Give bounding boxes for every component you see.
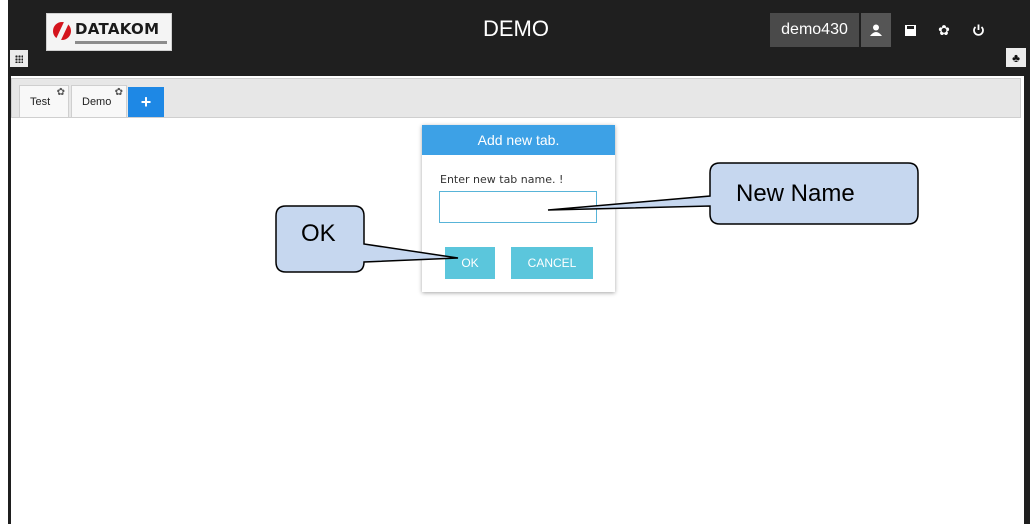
user-button[interactable] — [861, 13, 891, 47]
tree-button[interactable]: ♣ — [1006, 48, 1026, 67]
username-display[interactable]: demo430 — [770, 13, 859, 47]
dialog-title: Add new tab. — [422, 125, 615, 155]
user-icon — [870, 24, 882, 36]
tab-test[interactable]: Test ✿ — [19, 85, 69, 118]
power-icon — [972, 24, 984, 36]
new-name-annotation: New Name — [736, 180, 855, 207]
tab-settings-icon[interactable]: ✿ — [115, 87, 123, 98]
save-icon — [904, 24, 916, 36]
tree-icon: ♣ — [1012, 50, 1020, 65]
tab-label: Demo — [82, 96, 112, 108]
cancel-button[interactable]: CANCEL — [511, 247, 593, 279]
add-tab-button[interactable]: + — [128, 87, 164, 117]
apps-menu-button[interactable] — [10, 50, 28, 67]
logout-button[interactable] — [963, 13, 993, 47]
add-tab-dialog: Add new tab. Enter new tab name. ! OK CA… — [422, 125, 615, 292]
ok-button[interactable]: OK — [445, 247, 495, 279]
tab-demo[interactable]: Demo ✿ — [71, 85, 127, 118]
tab-settings-icon[interactable]: ✿ — [57, 87, 65, 98]
tab-label: Test — [30, 96, 51, 108]
dialog-prompt: Enter new tab name. ! — [440, 173, 564, 186]
gear-icon: ✿ — [938, 21, 950, 38]
grid-icon — [15, 54, 23, 63]
ok-annotation: OK — [301, 220, 336, 247]
tab-name-input[interactable] — [439, 191, 597, 223]
save-button[interactable] — [895, 13, 925, 47]
settings-button[interactable]: ✿ — [929, 13, 959, 47]
